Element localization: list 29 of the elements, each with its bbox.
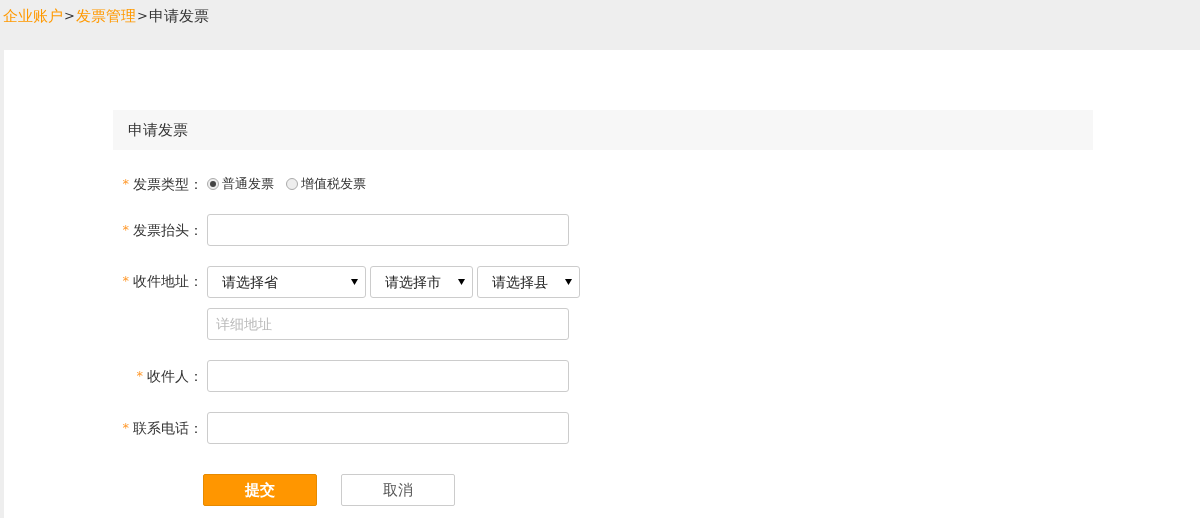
- radio-button[interactable]: [207, 178, 219, 190]
- dropdown[interactable]: 请选择省: [207, 266, 366, 298]
- breadcrumb-separator: >: [63, 7, 76, 25]
- field-label: 收件人：: [147, 367, 203, 386]
- radio-option[interactable]: 普通发票: [207, 174, 274, 194]
- caret-icon: [458, 279, 465, 285]
- cancel-button[interactable]: 取消: [341, 474, 455, 506]
- breadcrumb-current: 申请发票: [148, 6, 209, 27]
- field-label: 发票类型：: [133, 175, 203, 194]
- required-mark: *: [122, 419, 129, 437]
- field-label: 联系电话：: [133, 419, 203, 438]
- field-label: 发票抬头：: [133, 221, 203, 240]
- required-mark: *: [122, 272, 129, 290]
- radio-button[interactable]: [286, 178, 298, 190]
- text-field[interactable]: 详细地址: [207, 308, 569, 340]
- field-label: 收件地址：: [133, 272, 203, 291]
- breadcrumb-separator: >: [136, 7, 149, 25]
- text-field[interactable]: [207, 412, 569, 444]
- radio-option[interactable]: 增值税发票: [286, 174, 366, 194]
- dropdown[interactable]: 请选择市: [370, 266, 473, 298]
- caret-icon: [565, 279, 572, 285]
- required-mark: *: [136, 367, 143, 385]
- section-header: 申请发票: [113, 110, 1093, 150]
- dropdown[interactable]: 请选择县: [477, 266, 580, 298]
- required-mark: *: [122, 221, 129, 239]
- caret-icon: [351, 279, 358, 285]
- text-field[interactable]: [207, 360, 569, 392]
- text-field[interactable]: [207, 214, 569, 246]
- required-mark: *: [122, 175, 129, 193]
